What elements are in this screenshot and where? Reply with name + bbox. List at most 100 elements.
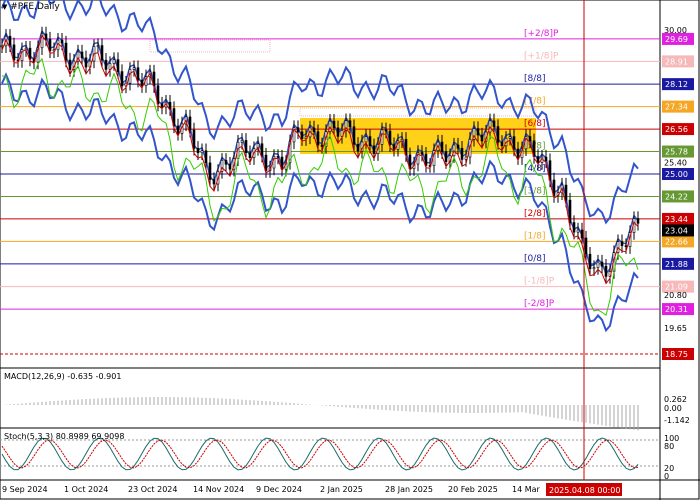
murrey-label: [+1/8]P <box>524 51 559 61</box>
candle-body <box>576 229 580 233</box>
candle-body <box>296 127 300 133</box>
candle-body <box>580 229 584 239</box>
candle-body <box>188 116 192 131</box>
price-tag-text: 25.00 <box>665 170 688 179</box>
candle-body <box>160 103 164 108</box>
macd-tick: 0.00 <box>664 404 682 413</box>
candle-body <box>592 267 596 270</box>
price-tag-text: 22.66 <box>665 237 688 246</box>
candle-body <box>508 136 512 139</box>
candle-body <box>0 45 4 48</box>
price-tag-text: 20.31 <box>665 305 688 314</box>
candle-body <box>84 57 88 68</box>
murrey-label: [7/8] <box>524 97 546 107</box>
candle-body <box>196 148 200 154</box>
candle-body <box>348 120 352 128</box>
candle-body <box>420 152 424 155</box>
stoch-label: Stoch(5,3,3) 80.8989 69.9098 <box>4 432 125 441</box>
candle-body <box>248 152 252 158</box>
price-tag-text: 24.22 <box>665 192 688 201</box>
candle-body <box>192 129 196 149</box>
candle-body <box>316 131 320 146</box>
macd-label: MACD(12,26,9) -0.635 -0.901 <box>4 372 122 381</box>
price-tick: 19.65 <box>664 324 687 333</box>
time-label: 14 Mar <box>512 485 541 494</box>
candle-body <box>444 151 448 162</box>
price-tag-text: 26.56 <box>665 125 688 134</box>
stoch-tick: 0 <box>664 472 669 481</box>
murrey-label: [+2/8]P <box>524 29 559 39</box>
candle-body <box>48 38 52 52</box>
triangle-down-icon[interactable]: ▼ <box>2 3 7 11</box>
candle-body <box>332 120 336 129</box>
candle-body <box>600 261 604 267</box>
candle-body <box>604 265 608 277</box>
murrey-label: [6/8] <box>524 119 546 129</box>
candle-body <box>60 39 64 44</box>
price-tag-text: 21.88 <box>665 260 688 269</box>
candle-body <box>572 222 576 233</box>
murrey-label: [8/8] <box>524 74 546 84</box>
candle-body <box>228 163 232 170</box>
time-label: 23 Oct 2024 <box>128 485 177 494</box>
candle-body <box>244 140 248 153</box>
candle-body <box>336 127 340 137</box>
candle-body <box>480 134 484 142</box>
murrey-label: [-2/8]P <box>524 299 555 309</box>
macd-tick: 0.262 <box>664 395 687 404</box>
candle-body <box>8 35 12 46</box>
candle-body <box>68 59 72 70</box>
candle-body <box>356 144 360 152</box>
candle-body <box>528 136 532 142</box>
murrey-label: [-1/8]P <box>524 277 555 287</box>
price-tag-text: 25.78 <box>665 148 688 157</box>
time-label: 14 Nov 2024 <box>193 485 244 494</box>
candle-body <box>636 218 640 224</box>
candle-body <box>544 156 548 161</box>
candle-body <box>44 33 48 40</box>
candle-body <box>372 145 376 154</box>
candle-body <box>208 162 212 180</box>
candle-body <box>12 44 16 61</box>
candle-body <box>320 144 324 147</box>
candle-body <box>264 154 268 171</box>
candle-body <box>364 136 368 143</box>
candle-body <box>224 160 228 165</box>
candle-body <box>300 131 304 139</box>
candle-body <box>624 245 628 247</box>
candle-body <box>440 141 444 152</box>
murrey-label: [1/8] <box>524 231 546 241</box>
candle-body <box>388 130 392 145</box>
candle-body <box>476 128 480 136</box>
price-tag-text: 27.34 <box>665 103 688 112</box>
chart-window[interactable]: [+2/8]P[+1/8]P[8/8][7/8][6/8][5/8][4/8][… <box>0 0 700 500</box>
candle-body <box>100 45 104 61</box>
time-label: 9 Sep 2024 <box>2 485 48 494</box>
candle-body <box>96 45 100 47</box>
candle-body <box>112 59 116 64</box>
chart-title[interactable]: ▼ #PFE,Daily <box>2 2 60 12</box>
candle-body <box>596 261 600 268</box>
price-tick: 25.40 <box>664 158 687 167</box>
candle-body <box>104 59 108 70</box>
candle-body <box>140 79 144 87</box>
price-tag-text: 28.91 <box>665 57 688 66</box>
candle-body <box>564 184 568 201</box>
chart-canvas[interactable]: [+2/8]P[+1/8]P[8/8][7/8][6/8][5/8][4/8][… <box>0 0 700 500</box>
candle-body <box>424 153 428 166</box>
candle-body <box>240 140 244 143</box>
price-tick: 20.80 <box>664 291 687 300</box>
stoch-tick: 80 <box>664 442 674 451</box>
candle-body <box>132 67 136 70</box>
time-label: 28 Jan 2025 <box>385 485 433 494</box>
cursor-time-text: 2025.04.08 00:00 <box>549 486 620 495</box>
candle-body <box>460 147 464 160</box>
candle-body <box>260 143 264 156</box>
time-label: 2 Jan 2025 <box>320 485 363 494</box>
candle-body <box>108 63 112 70</box>
candle-body <box>588 253 592 270</box>
murrey-label: [2/8] <box>524 209 546 219</box>
candle-body <box>120 71 124 87</box>
price-tick: 30.00 <box>664 26 687 35</box>
candle-body <box>568 199 572 223</box>
